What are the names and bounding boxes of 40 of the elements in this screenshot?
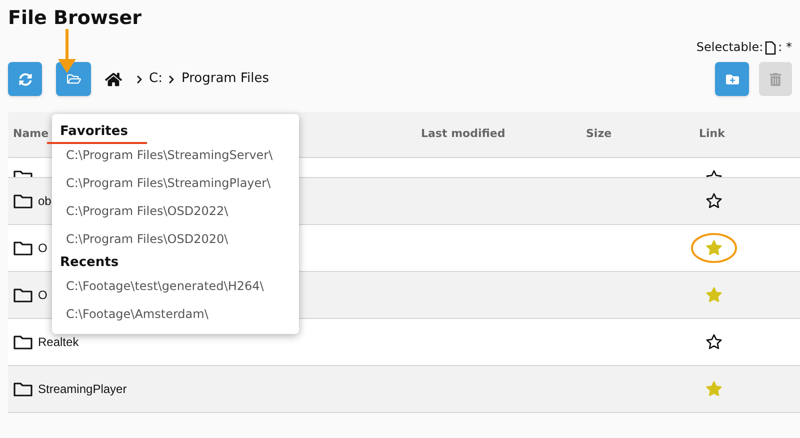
chevron-icon [167,74,176,84]
star-icon[interactable] [705,333,723,351]
folder-icon [13,193,33,209]
folder-name: O [38,240,48,257]
refresh-icon [18,72,32,86]
folder-icon [13,334,33,350]
section-heading: Recents [60,254,119,272]
path-menu-item[interactable]: C:\Program Files\OSD2022\ [52,197,299,225]
page-title: File Browser [8,7,142,29]
refresh-button[interactable] [8,62,42,96]
chevron-icon [135,74,144,84]
section-heading: Favorites [60,122,128,140]
path-menu-item[interactable]: C:\Program Files\OSD2020\ [52,225,299,253]
folder-open-icon [66,72,80,86]
file-icon [765,41,776,55]
home-icon[interactable] [105,70,122,88]
folder-name: StreamingPlayer [38,381,127,398]
path-menu-item[interactable]: C:\Program Files\StreamingServer\ [52,141,299,169]
folder-icon [13,381,33,397]
folder-name: ob [38,193,52,210]
breadcrumb-link[interactable]: Program Files [181,69,269,89]
selectable-label: Selectable: [696,39,764,56]
selectable-value: : * [778,39,792,56]
folder-name: Realtek [38,334,79,351]
new-folder-button[interactable] [715,62,749,96]
breadcrumb-link[interactable]: C: [149,69,162,89]
folder-icon [13,287,33,303]
folder-plus-icon [726,72,738,86]
table-row[interactable]: StreamingPlayer [8,366,800,413]
star-icon[interactable] [705,192,723,210]
column-header[interactable]: Last modified [421,126,586,143]
trash-icon [769,72,782,86]
path-menu-item[interactable]: C:\Footage\test\generated\H264\ [52,272,299,300]
column-header[interactable]: Link [699,126,725,143]
folder-icon [13,240,33,256]
table-row[interactable]: Realtek [8,319,800,366]
folder-name: O [38,287,48,304]
annotation-arrow [57,29,77,75]
open-folder-button[interactable] [56,62,91,96]
column-header[interactable]: Size [586,126,699,143]
